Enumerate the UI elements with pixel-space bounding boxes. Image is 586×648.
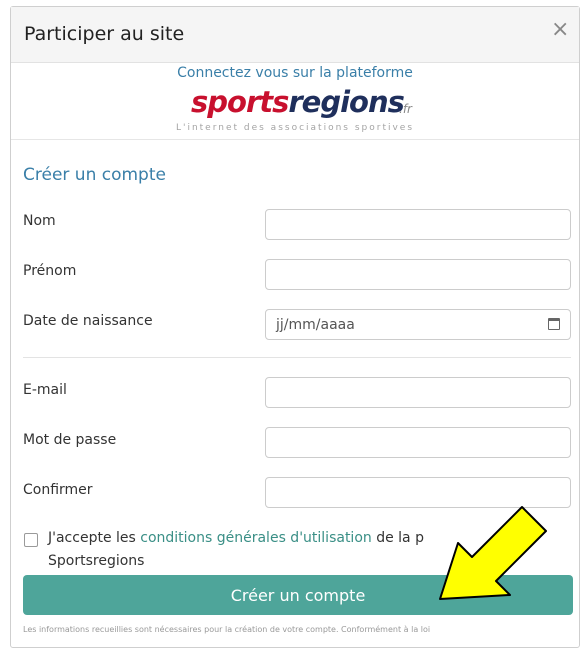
arrow-annotation-icon <box>439 506 547 600</box>
password-input[interactable] <box>265 427 571 458</box>
date-naissance-input[interactable]: jj/mm/aaaa <box>265 309 571 340</box>
svg-text:sportsregions: sportsregions <box>191 85 405 119</box>
prenom-input[interactable] <box>265 259 571 290</box>
brand-banner: Connectez vous sur la plateforme sportsr… <box>11 63 579 140</box>
nom-input[interactable] <box>265 209 571 240</box>
sportsregions-logo: sportsregions .fr <box>191 85 413 119</box>
logo-suffix: .fr <box>399 102 413 116</box>
label-prenom: Prénom <box>23 263 77 279</box>
terms-line2: Sportsregions <box>48 553 145 569</box>
label-mot-de-passe: Mot de passe <box>23 432 117 448</box>
terms-link[interactable]: conditions générales d'utilisation <box>140 530 372 546</box>
close-icon[interactable]: × <box>551 19 569 41</box>
terms-text: J'accepte les conditions générales d'uti… <box>48 527 488 573</box>
terms-suffix: de la p <box>371 530 424 546</box>
brand-tagline: L'internet des associations sportives <box>175 123 415 133</box>
label-email: E-mail <box>23 382 67 398</box>
label-nom: Nom <box>23 213 56 229</box>
terms-prefix: J'accepte les <box>48 530 141 546</box>
footer-notice: Les informations recueillies sont nécess… <box>23 625 431 634</box>
section-title: Créer un compte <box>23 165 166 185</box>
date-placeholder: jj/mm/aaaa <box>276 317 355 333</box>
terms-checkbox[interactable] <box>24 533 38 547</box>
email-input[interactable] <box>265 377 571 408</box>
connect-text: Connectez vous sur la plateforme <box>177 65 413 81</box>
calendar-icon[interactable] <box>548 318 560 330</box>
form-divider <box>23 357 571 358</box>
label-date-naissance: Date de naissance <box>23 313 153 329</box>
dialog-title: Participer au site <box>24 23 185 45</box>
label-confirmer: Confirmer <box>23 482 93 498</box>
dialog-header: Participer au site × <box>11 7 579 63</box>
